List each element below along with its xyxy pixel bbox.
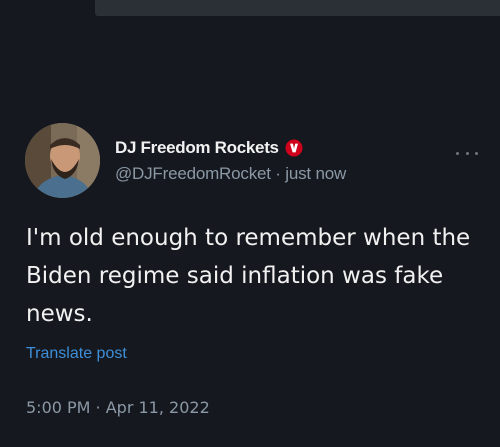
tweet-text: I'm old enough to remember when the Bide… xyxy=(26,219,476,333)
tweet-text-line: Biden regime said inflation was fake xyxy=(26,263,444,289)
tweet-text-line: I'm old enough to remember when the xyxy=(26,225,471,251)
more-options-icon[interactable] xyxy=(456,146,478,160)
top-bar xyxy=(95,0,500,16)
more-dot xyxy=(465,151,469,155)
handle-separator: · xyxy=(270,164,286,183)
avatar[interactable] xyxy=(25,123,100,198)
more-dot xyxy=(456,151,459,155)
display-name[interactable]: DJ Freedom Rockets xyxy=(115,138,279,158)
timestamp-separator: · xyxy=(90,398,106,417)
display-name-row: DJ Freedom Rockets xyxy=(115,137,303,159)
tweet-screen: DJ Freedom Rockets @DJFreedomRocket · ju… xyxy=(0,0,500,447)
time-ago: just now xyxy=(285,164,347,183)
timestamp-row: 5:00 PM · Apr 11, 2022 xyxy=(26,398,210,417)
handle-row: @DJFreedomRocket · just now xyxy=(115,164,346,184)
more-dot xyxy=(475,151,478,155)
handle[interactable]: @DJFreedomRocket xyxy=(115,164,271,183)
post-time[interactable]: 5:00 PM xyxy=(26,398,90,417)
post-date[interactable]: Apr 11, 2022 xyxy=(106,398,210,417)
tweet-text-line: news. xyxy=(26,301,93,327)
translate-post-link[interactable]: Translate post xyxy=(26,345,127,363)
verified-badge-icon xyxy=(285,139,303,157)
avatar-image xyxy=(25,123,100,198)
